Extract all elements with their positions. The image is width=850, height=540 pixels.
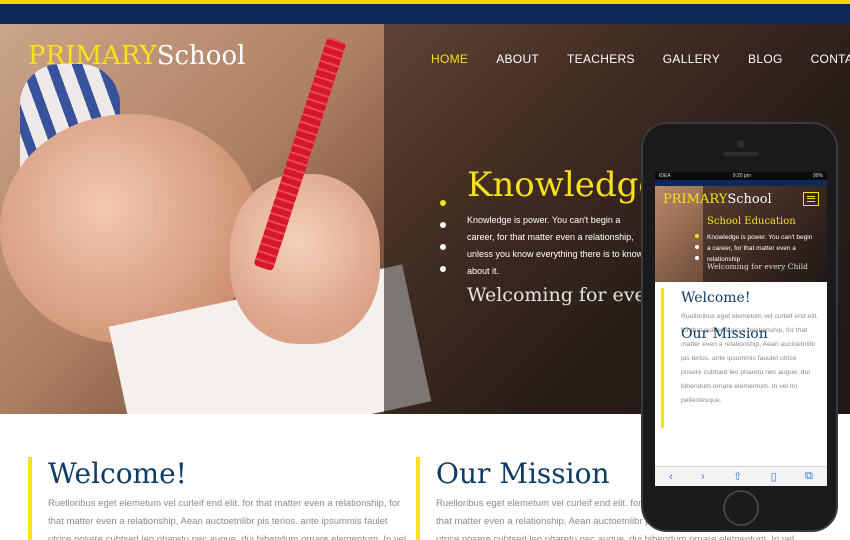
section-accent-bar bbox=[28, 457, 32, 540]
nav-gallery[interactable]: GALLERY bbox=[663, 52, 720, 66]
mobile-dot-1[interactable] bbox=[695, 234, 699, 238]
mobile-dot-3[interactable] bbox=[695, 256, 699, 260]
hamburger-menu-icon[interactable] bbox=[803, 192, 819, 206]
phone-mockup: IDEA 9:20 pm 90% PRIMARYSchool School Ed… bbox=[641, 122, 838, 532]
mobile-welcome-title: Welcome! bbox=[681, 290, 751, 306]
nav-about[interactable]: ABOUT bbox=[496, 52, 539, 66]
slider-dot-1[interactable] bbox=[440, 200, 446, 206]
top-bar bbox=[0, 0, 850, 24]
logo-primary: PRIMARY bbox=[28, 41, 157, 71]
nav-blog[interactable]: BLOG bbox=[748, 52, 783, 66]
mobile-hero: PRIMARYSchool School Education Knowledge… bbox=[655, 186, 827, 282]
bookmarks-icon[interactable]: ▯ bbox=[771, 470, 777, 483]
phone-screen: IDEA 9:20 pm 90% PRIMARYSchool School Ed… bbox=[655, 172, 827, 486]
hero-text: Knowledge is power. You can't begin a ca… bbox=[467, 215, 644, 276]
mobile-logo-secondary: School bbox=[727, 192, 772, 207]
site-logo[interactable]: PRIMARYSchool bbox=[28, 41, 245, 71]
mobile-slider-dots bbox=[695, 234, 699, 267]
mobile-mission-title: Our Mission bbox=[681, 326, 768, 342]
tabs-icon[interactable]: ⧉ bbox=[805, 470, 813, 483]
hero-subtitle: Welcoming for every Child bbox=[467, 284, 647, 306]
nav-home[interactable]: HOME bbox=[431, 52, 468, 66]
logo-secondary: School bbox=[156, 41, 246, 71]
hero-slider-dots bbox=[440, 200, 446, 288]
back-icon[interactable]: ‹ bbox=[669, 471, 673, 483]
top-accent-line bbox=[0, 0, 850, 4]
mobile-accent-bar-2 bbox=[661, 324, 664, 354]
slider-dot-3[interactable] bbox=[440, 244, 446, 250]
welcome-title: Welcome! bbox=[48, 457, 187, 490]
mobile-browser-toolbar: ‹ › ⇧ ▯ ⧉ bbox=[655, 466, 827, 486]
nav-teachers[interactable]: TEACHERS bbox=[567, 52, 635, 66]
hero-title: Knowledge bbox=[467, 165, 659, 205]
slider-dot-2[interactable] bbox=[440, 222, 446, 228]
phone-status-bar: IDEA 9:20 pm 90% bbox=[655, 172, 827, 180]
mobile-logo-primary: PRIMARY bbox=[663, 192, 728, 207]
mobile-dot-2[interactable] bbox=[695, 245, 699, 249]
phone-home-button[interactable] bbox=[723, 490, 759, 526]
main-nav: HOME ABOUT TEACHERS GALLERY BLOG CONTACT bbox=[431, 52, 850, 66]
mobile-content: Welcome! Ruelloribus eget elemetum vel c… bbox=[655, 282, 827, 428]
mobile-logo[interactable]: PRIMARYSchool bbox=[663, 192, 772, 207]
mobile-welcome-text: Ruelloribus eget elemetum vel curleif en… bbox=[681, 313, 819, 404]
mission-title: Our Mission bbox=[436, 457, 610, 490]
hero-photo-hand bbox=[230, 174, 380, 344]
forward-icon[interactable]: › bbox=[701, 471, 705, 483]
phone-speaker bbox=[723, 152, 759, 156]
status-time: 9:20 pm bbox=[732, 173, 751, 179]
status-carrier: IDEA bbox=[659, 173, 671, 179]
section-accent-bar bbox=[416, 457, 420, 540]
slider-dot-4[interactable] bbox=[440, 266, 446, 272]
mobile-accent-bar bbox=[661, 288, 664, 428]
status-battery: 90% bbox=[812, 173, 823, 179]
nav-contact[interactable]: CONTACT bbox=[811, 52, 850, 66]
mobile-hero-title: School Education bbox=[707, 216, 796, 227]
mobile-hero-text: Knowledge is power. You can't begin a ca… bbox=[707, 234, 813, 263]
mobile-hero-subtitle: Welcoming for every Child bbox=[707, 262, 808, 271]
welcome-text: Ruelloribus eget elemetum vel curleif en… bbox=[48, 498, 407, 540]
share-icon[interactable]: ⇧ bbox=[733, 470, 742, 483]
phone-camera bbox=[737, 140, 745, 148]
